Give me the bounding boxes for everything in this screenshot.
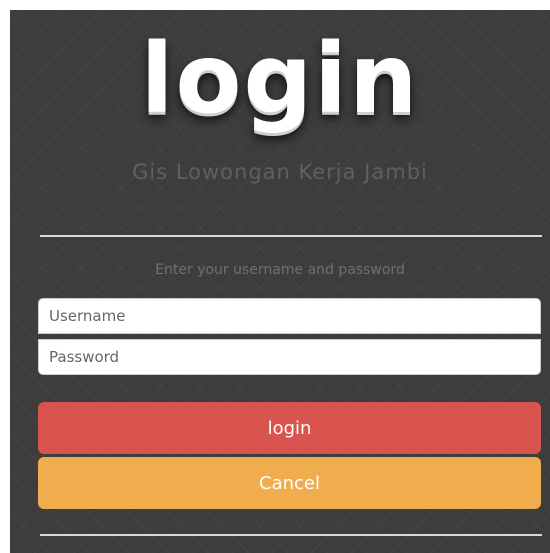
app-subtitle: Gis Lowongan Kerja Jambi xyxy=(132,160,428,184)
login-button[interactable]: login xyxy=(38,402,541,454)
top-divider xyxy=(40,235,542,237)
cancel-button[interactable]: Cancel xyxy=(38,457,541,509)
password-input[interactable] xyxy=(38,339,541,375)
login-panel: login Gis Lowongan Kerja Jambi Enter you… xyxy=(10,10,550,553)
login-hint: Enter your username and password xyxy=(155,262,405,278)
bottom-divider xyxy=(40,534,542,536)
page-title: login xyxy=(140,23,420,135)
username-input[interactable] xyxy=(38,298,541,334)
